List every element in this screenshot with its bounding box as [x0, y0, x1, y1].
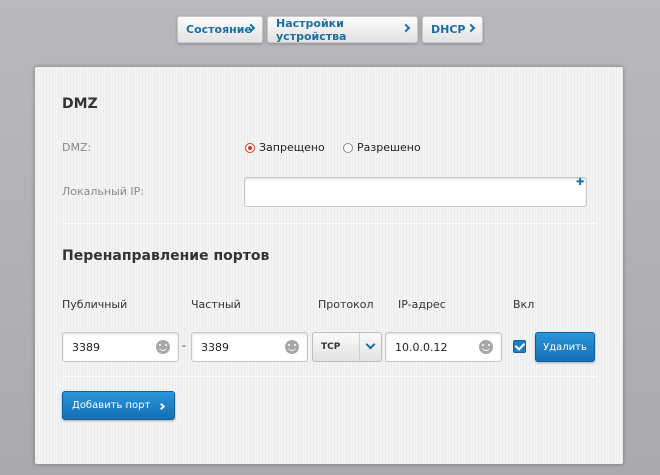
column-public: Публичный — [62, 298, 128, 311]
plus-icon: ✚ — [576, 177, 585, 188]
dmz-title: DMZ — [62, 96, 98, 112]
port-forwarding-title: Перенаправление портов — [62, 248, 270, 264]
private-port-input[interactable]: 3389 — [191, 332, 308, 362]
breadcrumb-dhcp-label: DHCP — [431, 23, 466, 36]
column-protocol: Протокол — [318, 298, 374, 311]
ip-address-value: 10.0.0.12 — [395, 340, 448, 354]
dmz-radio-disabled[interactable]: Запрещено — [245, 141, 325, 154]
delete-button-label: Удалить — [543, 341, 587, 353]
enabled-checkbox[interactable] — [513, 340, 526, 353]
dmz-radio-enabled-label: Разрешено — [357, 141, 421, 154]
settings-panel: DMZ DMZ: Запрещено Разрешено Локальный I… — [35, 67, 623, 464]
public-port-input[interactable]: 3389 — [62, 332, 179, 362]
breadcrumb-device-settings[interactable]: Настройки устройства — [267, 16, 418, 43]
chevron-right-icon — [157, 402, 166, 411]
dmz-label: DMZ: — [62, 141, 92, 154]
row-divider — [62, 376, 596, 377]
column-ip: IP-адрес — [398, 298, 446, 311]
smiley-icon — [285, 340, 299, 354]
chevron-down-icon — [359, 333, 381, 361]
public-port-value: 3389 — [72, 340, 100, 354]
radio-unselected-icon — [343, 142, 353, 153]
column-enabled: Вкл — [513, 298, 535, 311]
private-port-value: 3389 — [201, 340, 229, 354]
local-ip-label: Локальный IP: — [62, 185, 145, 198]
protocol-select[interactable]: TCP — [312, 332, 382, 362]
breadcrumb-device-settings-label: Настройки устройства — [276, 16, 347, 43]
breadcrumb-dhcp[interactable]: DHCP — [422, 16, 483, 43]
delete-button[interactable]: Удалить — [535, 332, 595, 362]
smiley-icon — [156, 340, 170, 354]
breadcrumb-status-label: Состояние — [186, 23, 252, 36]
column-private: Частный — [191, 298, 241, 311]
dmz-radio-enabled[interactable]: Разрешено — [343, 141, 421, 154]
section-divider — [62, 223, 596, 224]
smiley-icon — [479, 340, 493, 354]
protocol-value: TCP — [321, 342, 341, 352]
local-ip-input[interactable] — [244, 177, 587, 207]
add-port-button-label: Добавить порт — [72, 400, 151, 411]
ip-address-input[interactable]: 10.0.0.12 — [385, 332, 502, 362]
breadcrumb-status[interactable]: Состояние — [177, 16, 263, 43]
radio-selected-icon — [245, 142, 255, 153]
dmz-radio-disabled-label: Запрещено — [259, 141, 325, 154]
port-separator: - — [182, 339, 186, 352]
add-port-button[interactable]: Добавить порт — [62, 391, 175, 420]
chevron-right-icon — [466, 23, 476, 33]
